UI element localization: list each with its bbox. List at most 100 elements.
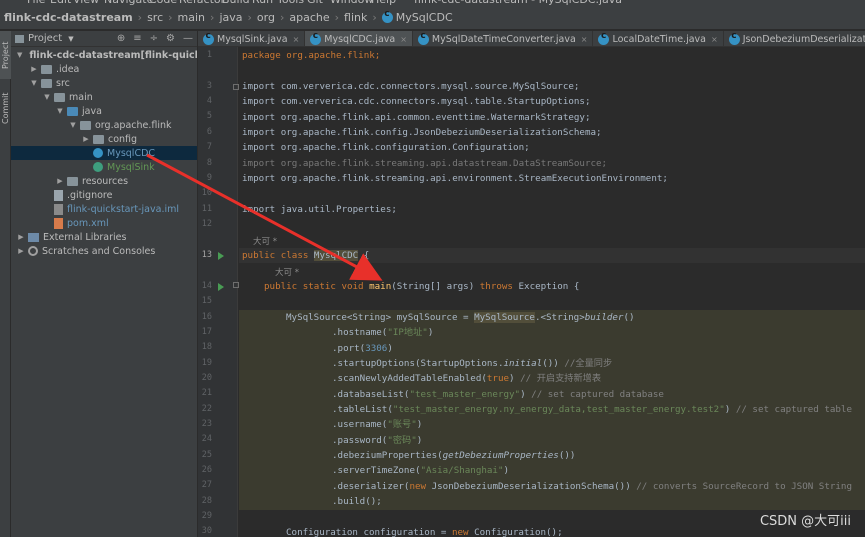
tree-item[interactable]: ▼ org.apache.flink xyxy=(11,118,197,132)
tree-item[interactable]: ▼ java xyxy=(11,104,197,118)
code-editor[interactable]: package org.apache.flink; import com.verv… xyxy=(239,47,865,537)
tree-item[interactable]: ▼ flink-cdc-datastream [flink-quickstart- xyxy=(11,48,197,62)
breadcrumb-item[interactable]: main xyxy=(178,11,205,24)
line-number: 11 xyxy=(201,204,212,214)
breadcrumb-item[interactable]: flink xyxy=(344,11,367,24)
breadcrumb-item[interactable]: apache xyxy=(289,11,329,24)
package-icon xyxy=(93,134,104,144)
file-icon xyxy=(54,189,63,201)
breadcrumb-item[interactable]: flink-cdc-datastream xyxy=(4,11,133,24)
editor-tab[interactable]: MysqlCDC.java × xyxy=(305,31,413,46)
code-token: .username( xyxy=(332,419,388,430)
tree-item[interactable]: ▶ config xyxy=(11,132,197,146)
code-token: ) xyxy=(503,465,510,476)
library-icon xyxy=(28,232,39,242)
scratch-icon xyxy=(28,246,38,256)
editor-tab[interactable]: MysqlSink.java × xyxy=(198,31,306,46)
tree-item[interactable]: flink-quickstart-java.iml xyxy=(11,202,197,216)
code-token: ) xyxy=(520,389,532,400)
chevron-down-icon[interactable]: ▼ xyxy=(68,35,73,43)
gear-icon[interactable]: ⚙ xyxy=(166,33,175,44)
tree-item-label: MysqlCDC xyxy=(107,147,156,159)
code-token: "Asia/Shanghai" xyxy=(420,465,504,476)
project-tool-tab[interactable]: Project xyxy=(0,31,11,79)
import-statement: import com.ververica.cdc.connectors.mysq… xyxy=(242,81,580,92)
tree-item-label: resources xyxy=(82,175,129,187)
tree-item[interactable]: ▶ Scratches and Consoles xyxy=(11,244,197,258)
expanded-arrow-icon[interactable]: ▼ xyxy=(30,79,38,87)
locate-icon[interactable]: ⊕ xyxy=(117,33,125,44)
collapsed-arrow-icon[interactable]: ▶ xyxy=(56,177,64,185)
collapsed-arrow-icon[interactable]: ▶ xyxy=(82,135,90,143)
breadcrumb-separator: › xyxy=(279,11,285,24)
tree-item[interactable]: ▶ resources xyxy=(11,174,197,188)
editor-tab-label: MysqlCDC.java xyxy=(324,33,396,45)
expanded-arrow-icon[interactable]: ▼ xyxy=(56,107,64,115)
line-number: 15 xyxy=(201,296,212,306)
collapsed-arrow-icon[interactable]: ▶ xyxy=(30,65,38,73)
java-class-icon xyxy=(598,31,610,45)
expanded-arrow-icon[interactable]: ▼ xyxy=(17,51,22,59)
import-statement: import org.apache.flink.streaming.api.da… xyxy=(242,158,608,169)
code-token: ) xyxy=(509,373,521,384)
code-token: Exception { xyxy=(512,281,580,292)
collapsed-arrow-icon[interactable]: ▶ xyxy=(17,247,25,255)
code-token: ()) xyxy=(558,450,576,461)
collapsed-arrow-icon[interactable]: ▶ xyxy=(17,233,25,241)
project-panel-title[interactable]: Project xyxy=(28,33,62,44)
close-icon[interactable]: × xyxy=(293,35,300,44)
import-line: import com.ververica.cdc.connectors.mysq… xyxy=(242,94,590,109)
expand-icon[interactable]: ÷ xyxy=(150,33,158,44)
tree-item[interactable]: MysqlCDC xyxy=(11,146,197,160)
project-panel-header: Project ▼ ⊕ ≡ ÷ ⚙ — xyxy=(11,31,197,47)
line-number: 14 xyxy=(201,281,212,291)
import-line: import org.apache.flink.streaming.api.en… xyxy=(242,171,668,186)
editor-tab-label: MysqlSink.java xyxy=(217,33,288,45)
breadcrumb-item[interactable]: org xyxy=(257,11,275,24)
tree-item[interactable]: ▼ src xyxy=(11,76,197,90)
breadcrumb-item[interactable]: src xyxy=(147,11,163,24)
line-number: 25 xyxy=(201,450,212,460)
breadcrumb-item[interactable]: MySqlCDC xyxy=(396,11,453,24)
editor-tab[interactable]: JsonDebeziumDeserializationSchema.java× xyxy=(724,31,865,46)
source-folder-icon xyxy=(67,106,78,116)
class-name: MysqlCDC xyxy=(313,250,359,261)
line-number: 21 xyxy=(201,388,212,398)
code-token: JsonDebeziumDeserializationSchema()) xyxy=(426,481,637,492)
code-token: ) xyxy=(427,327,434,338)
tree-item[interactable]: MysqlSink xyxy=(11,160,197,174)
code-token: // set captured database xyxy=(531,389,664,400)
breadcrumb-item[interactable]: java xyxy=(219,11,242,24)
folder-icon xyxy=(41,78,52,88)
tree-item[interactable]: pom.xml xyxy=(11,216,197,230)
editor-tab[interactable]: MySqlDateTimeConverter.java × xyxy=(413,31,594,46)
run-icon[interactable] xyxy=(218,252,224,260)
line-number: 26 xyxy=(201,465,212,475)
author-annotation: 大可 * xyxy=(275,268,299,278)
tree-item[interactable]: ▶ External Libraries xyxy=(11,230,197,244)
tree-item[interactable]: ▼ main xyxy=(11,90,197,104)
expanded-arrow-icon[interactable]: ▼ xyxy=(69,121,77,129)
tree-item-suffix: [flink-quickstart- xyxy=(140,49,197,61)
run-icon[interactable] xyxy=(218,283,224,291)
code-token: new xyxy=(451,527,469,537)
tree-item[interactable]: ▶ .idea xyxy=(11,62,197,76)
close-icon[interactable]: × xyxy=(711,35,718,44)
close-icon[interactable]: × xyxy=(581,35,588,44)
package-line: package org.apache.flink; xyxy=(242,48,380,63)
tree-item[interactable]: .gitignore xyxy=(11,188,197,202)
java-class-icon xyxy=(417,31,429,45)
builder-chain-line: .password("密码") xyxy=(332,433,422,448)
commit-tool-tab[interactable]: Commit xyxy=(0,83,11,133)
tree-item-label: MysqlSink xyxy=(107,161,155,173)
hide-icon[interactable]: — xyxy=(183,33,193,44)
collapse-all-icon[interactable]: ≡ xyxy=(133,33,141,44)
line-number: 3 xyxy=(206,81,212,91)
line-number: 7 xyxy=(206,142,212,152)
builder-chain-line: .tableList("test_master_energy.ny_energy… xyxy=(332,402,852,417)
breadcrumb-separator: › xyxy=(210,11,215,24)
code-token: ) xyxy=(387,343,393,354)
close-icon[interactable]: × xyxy=(400,35,407,44)
expanded-arrow-icon[interactable]: ▼ xyxy=(43,93,51,101)
editor-tab[interactable]: LocalDateTime.java × xyxy=(593,31,724,46)
